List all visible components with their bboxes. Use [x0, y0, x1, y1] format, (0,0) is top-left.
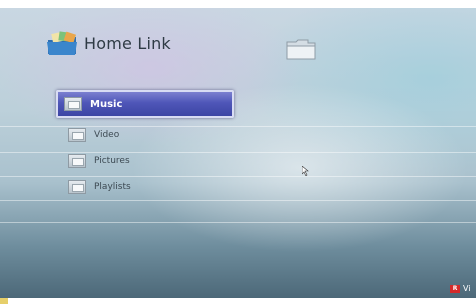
folder-icon	[68, 154, 86, 168]
row-divider	[0, 176, 476, 177]
corner-marker	[0, 298, 8, 304]
menu-item-label: Playlists	[94, 182, 131, 192]
row-divider	[0, 152, 476, 153]
row-divider	[0, 200, 476, 201]
menu-item-pictures[interactable]: Pictures	[68, 154, 130, 168]
tv-screen: Home Link Music Video Pictures Playlists…	[0, 8, 476, 298]
home-link-icon	[47, 31, 77, 55]
menu-item-label: Music	[90, 98, 123, 110]
folder-icon	[286, 39, 316, 60]
row-divider	[0, 126, 476, 127]
menu-item-label: Video	[94, 130, 120, 140]
folder-icon	[68, 128, 86, 142]
menu-item-playlists[interactable]: Playlists	[68, 180, 131, 194]
folder-icon	[68, 180, 86, 194]
menu-item-music[interactable]: Music	[56, 90, 234, 118]
menu-item-video[interactable]: Video	[68, 128, 119, 142]
red-key-button: R	[450, 284, 460, 293]
app-header: Home Link	[46, 30, 171, 56]
page-title: Home Link	[84, 33, 171, 53]
folder-icon	[64, 97, 82, 111]
menu-item-label: Pictures	[94, 156, 130, 166]
row-divider	[0, 222, 476, 223]
footer-hint[interactable]: R Vi	[450, 284, 471, 293]
hint-label: Vi	[463, 284, 471, 293]
mouse-pointer-icon	[302, 166, 309, 176]
